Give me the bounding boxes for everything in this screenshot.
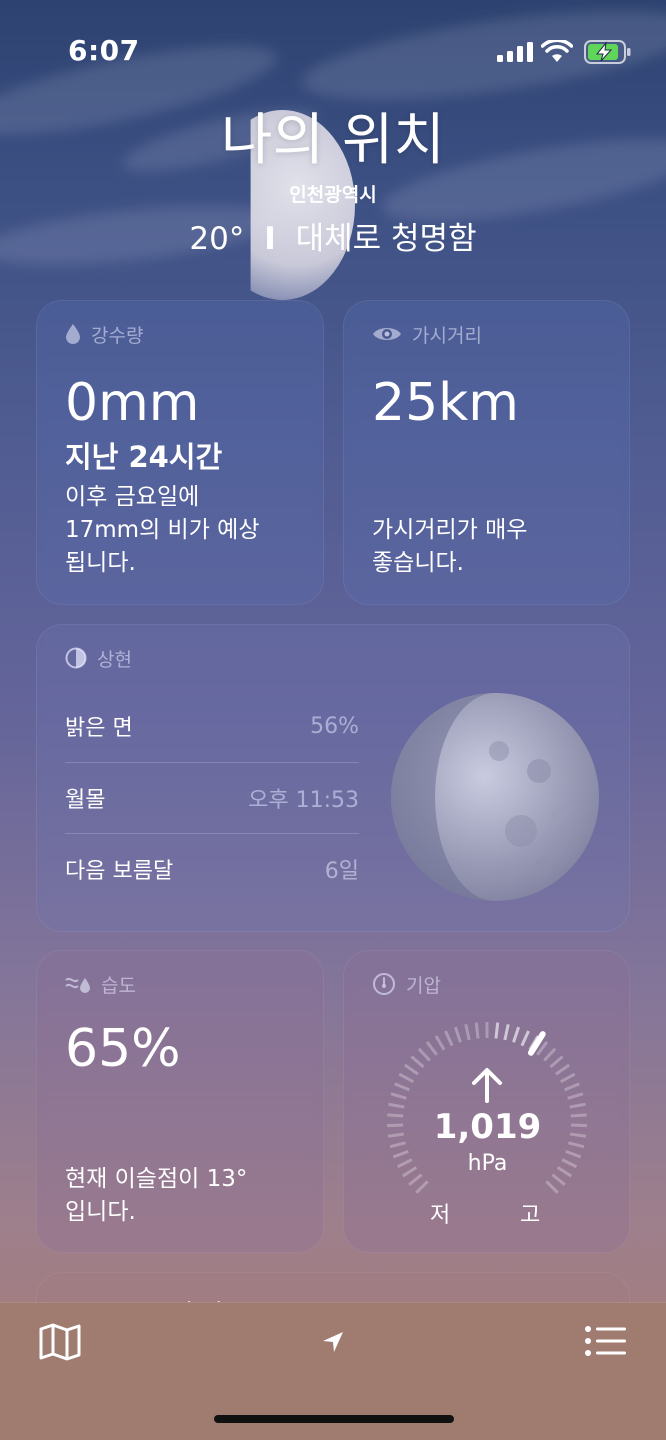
gauge-tick xyxy=(551,1173,566,1186)
humidity-card[interactable]: 습도 65% 현재 이슬점이 13° 입니다. xyxy=(36,950,324,1253)
gauge-tick xyxy=(408,1173,423,1186)
gauge-tick xyxy=(567,1092,584,1100)
map-icon[interactable] xyxy=(38,1323,82,1361)
location-header: 나의 위치 인천광역시 20° I 대체로 청명함 xyxy=(0,110,666,258)
humidity-icon xyxy=(65,977,90,993)
gauge-tick xyxy=(545,1180,559,1194)
pressure-high-label: 고 xyxy=(520,1203,541,1228)
home-indicator[interactable] xyxy=(214,1415,454,1423)
moon-row-value: 56% xyxy=(310,713,359,739)
pressure-low-label: 저 xyxy=(430,1203,451,1228)
cellular-signal-icon xyxy=(497,42,533,62)
location-title: 나의 위치 xyxy=(221,108,445,173)
pressure-trend-arrow-icon xyxy=(472,1068,502,1103)
location-arrow-icon[interactable] xyxy=(320,1329,346,1355)
visibility-title: 가시거리 xyxy=(412,324,482,347)
condition-text: 대체로 청명함 xyxy=(295,221,477,257)
pressure-unit: hPa xyxy=(467,1151,508,1176)
battery-charging-icon xyxy=(584,40,631,64)
pressure-value: 1,019 xyxy=(433,1107,542,1147)
city-name: 인천광역시 xyxy=(289,184,377,206)
current-temperature: 20° xyxy=(189,221,245,257)
gauge-tick xyxy=(394,1082,410,1092)
gauge-tick xyxy=(474,1022,480,1039)
gauge-tick xyxy=(464,1023,471,1041)
conditions-separator: I xyxy=(264,221,276,257)
moon-phase-card[interactable]: 상현 밝은 면 56% 월몰 오후 11:53 다음 보름달 6일 xyxy=(36,624,630,932)
gauge-tick xyxy=(512,1026,521,1043)
gauge-tick xyxy=(404,1063,419,1076)
humidity-value: 65% xyxy=(65,1019,181,1079)
current-conditions: 20° I 대체로 청명함 xyxy=(0,213,666,258)
visibility-value: 25km xyxy=(372,373,519,433)
gauge-tick xyxy=(434,1035,446,1051)
gauge-tick xyxy=(494,1022,500,1039)
precipitation-forecast-line3: 됩니다. xyxy=(65,550,136,576)
moon-row-illumination: 밝은 면 56% xyxy=(65,691,359,761)
gauge-tick xyxy=(543,1047,557,1062)
pressure-card[interactable]: 기압 1,019 hPa 저 고 xyxy=(343,950,630,1253)
gauge-tick xyxy=(417,1047,431,1062)
gauge-tick xyxy=(520,1030,530,1047)
gauge-tick xyxy=(398,1072,414,1084)
precipitation-period: 지난 24시간 xyxy=(65,440,223,474)
moon-row-label: 월몰 xyxy=(65,788,106,813)
wifi-icon xyxy=(541,40,573,62)
status-time: 6:07 xyxy=(68,34,140,67)
gauge-tick xyxy=(415,1180,429,1194)
gauge-tick xyxy=(390,1092,407,1100)
precipitation-forecast-line2: 17mm의 비가 예상 xyxy=(65,517,260,543)
raindrop-icon xyxy=(66,324,80,344)
precipitation-title: 강수량 xyxy=(91,324,144,347)
gauge-tick xyxy=(564,1082,580,1092)
list-icon[interactable] xyxy=(584,1325,628,1357)
moon-phase-title: 상현 xyxy=(97,648,132,671)
half-moon-icon xyxy=(65,647,87,669)
moon-row-moonset: 월몰 오후 11:53 xyxy=(65,763,359,833)
moon-row-value: 6일 xyxy=(324,859,359,884)
moon-row-next-full-moon: 다음 보름달 6일 xyxy=(65,834,359,904)
gauge-tick xyxy=(560,1072,576,1084)
precipitation-forecast-line1: 이후 금요일에 xyxy=(65,484,200,510)
gauge-tick xyxy=(444,1030,454,1047)
humidity-description-line2: 입니다. xyxy=(65,1199,136,1225)
moon-row-value: 오후 11:53 xyxy=(248,788,359,813)
precipitation-card[interactable]: 강수량 0mm 지난 24시간 이후 금요일에 17mm의 비가 예상 됩니다. xyxy=(36,300,324,605)
moon-row-label: 다음 보름달 xyxy=(65,859,174,884)
visibility-description-line1: 가시거리가 매우 xyxy=(372,517,528,543)
gauge-tick xyxy=(503,1023,510,1041)
visibility-description-line2: 좋습니다. xyxy=(372,550,464,576)
pressure-title: 기압 xyxy=(406,974,441,997)
eye-icon xyxy=(373,328,401,340)
status-bar: 6:07 xyxy=(0,34,666,74)
humidity-title: 습도 xyxy=(101,974,136,997)
moon-row-label: 밝은 면 xyxy=(65,716,133,741)
gauge-tick xyxy=(410,1055,425,1069)
visibility-card[interactable]: 가시거리 25km 가시거리가 매우 좋습니다. xyxy=(343,300,630,605)
moon-phase-image xyxy=(391,693,599,901)
gauge-tick xyxy=(549,1055,564,1069)
gauge-icon xyxy=(373,973,395,995)
gauge-tick xyxy=(555,1063,570,1076)
gauge-tick xyxy=(453,1026,462,1043)
gauge-tick xyxy=(425,1041,438,1056)
humidity-description-line1: 현재 이슬점이 13° xyxy=(65,1166,248,1192)
precipitation-value: 0mm xyxy=(65,373,200,433)
